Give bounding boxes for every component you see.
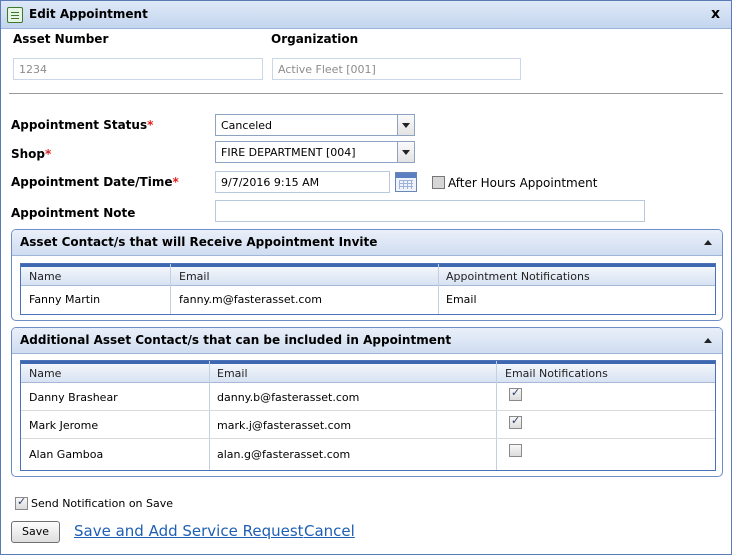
save-and-add-service-request-link[interactable]: Save and Add Service Request	[74, 522, 304, 540]
collapse-icon[interactable]	[704, 338, 712, 343]
form-icon	[7, 7, 23, 23]
additional-contacts-panel-title: Additional Asset Contact/s that can be i…	[20, 333, 452, 347]
chevron-down-icon[interactable]	[397, 142, 414, 162]
appointment-datetime-input[interactable]	[215, 171, 390, 193]
contact-name: Fanny Martin	[29, 293, 101, 306]
column-header-email[interactable]: Email	[179, 270, 210, 283]
required-marker: *	[147, 118, 154, 132]
shop-value: FIRE DEPARTMENT [004]	[221, 146, 356, 159]
divider	[9, 93, 723, 94]
send-notification-checkbox[interactable]	[15, 495, 28, 510]
table-row[interactable]: Alan Gamboa alan.g@fasterasset.com	[21, 439, 715, 470]
contact-email: mark.j@fasterasset.com	[217, 419, 352, 432]
table-row[interactable]: Danny Brashear danny.b@fasterasset.com	[21, 383, 715, 411]
contact-name: Danny Brashear	[29, 391, 118, 404]
required-marker: *	[172, 175, 179, 189]
save-button[interactable]: Save	[11, 521, 60, 543]
column-header-notifications[interactable]: Appointment Notifications	[446, 270, 590, 283]
appointment-note-label: Appointment Note	[11, 206, 136, 220]
appointment-status-value: Canceled	[221, 119, 273, 132]
asset-contacts-panel-title: Asset Contact/s that will Receive Appoin…	[20, 235, 378, 249]
contact-email: danny.b@fasterasset.com	[217, 391, 360, 404]
organization-field[interactable]	[272, 58, 521, 80]
asset-contacts-panel: Asset Contact/s that will Receive Appoin…	[11, 229, 723, 321]
appointment-status-label-text: Appointment Status	[11, 118, 148, 132]
shop-label-text: Shop	[11, 147, 46, 161]
after-hours-label: After Hours Appointment	[448, 176, 598, 190]
chevron-down-icon[interactable]	[397, 115, 414, 135]
email-notification-checkbox[interactable]	[509, 414, 522, 429]
title-bar: Edit Appointment x	[1, 1, 731, 29]
appointment-status-label: Appointment Status*	[11, 118, 153, 132]
shop-label: Shop*	[11, 147, 51, 161]
contact-name: Alan Gamboa	[29, 448, 104, 461]
table-row[interactable]: Fanny Martin fanny.m@fasterasset.com Ema…	[21, 286, 715, 314]
shop-select[interactable]: FIRE DEPARTMENT [004]	[215, 141, 415, 163]
email-notification-checkbox[interactable]	[509, 444, 522, 457]
asset-contacts-grid: Name Email Appointment Notifications Fan…	[20, 263, 716, 315]
cancel-link[interactable]: Cancel	[304, 522, 355, 540]
collapse-icon[interactable]	[704, 240, 712, 245]
appointment-note-input[interactable]	[215, 200, 645, 222]
email-notification-checkbox[interactable]	[509, 386, 522, 401]
contact-name: Mark Jerome	[29, 419, 99, 432]
close-icon[interactable]: x	[711, 6, 720, 22]
required-marker: *	[45, 147, 52, 161]
send-notification-label: Send Notification on Save	[31, 497, 174, 510]
appointment-datetime-label-text: Appointment Date/Time	[11, 175, 173, 189]
organization-label: Organization	[271, 32, 359, 46]
contact-email: alan.g@fasterasset.com	[217, 448, 351, 461]
edit-appointment-window: Edit Appointment x Asset Number Organiza…	[0, 0, 732, 555]
column-header-email[interactable]: Email	[217, 367, 248, 380]
after-hours-checkbox[interactable]	[432, 176, 445, 189]
column-header-email-notifications[interactable]: Email Notifications	[505, 367, 608, 380]
contact-email: fanny.m@fasterasset.com	[179, 293, 322, 306]
grid-header: Name Email Email Notifications	[21, 361, 715, 383]
calendar-icon[interactable]	[395, 172, 417, 192]
additional-contacts-panel: Additional Asset Contact/s that can be i…	[11, 327, 723, 477]
grid-header: Name Email Appointment Notifications	[21, 264, 715, 286]
appointment-status-select[interactable]: Canceled	[215, 114, 415, 136]
asset-number-label: Asset Number	[13, 32, 109, 46]
column-header-name[interactable]: Name	[29, 367, 61, 380]
additional-contacts-panel-header[interactable]: Additional Asset Contact/s that can be i…	[12, 328, 722, 354]
asset-contacts-panel-header[interactable]: Asset Contact/s that will Receive Appoin…	[12, 230, 722, 256]
additional-contacts-grid: Name Email Email Notifications Danny Bra…	[20, 360, 716, 471]
window-title: Edit Appointment	[29, 7, 148, 21]
column-header-name[interactable]: Name	[29, 270, 61, 283]
appointment-datetime-label: Appointment Date/Time*	[11, 175, 179, 189]
asset-number-field[interactable]	[13, 58, 263, 80]
contact-notifications: Email	[446, 293, 477, 306]
table-row[interactable]: Mark Jerome mark.j@fasterasset.com	[21, 411, 715, 439]
